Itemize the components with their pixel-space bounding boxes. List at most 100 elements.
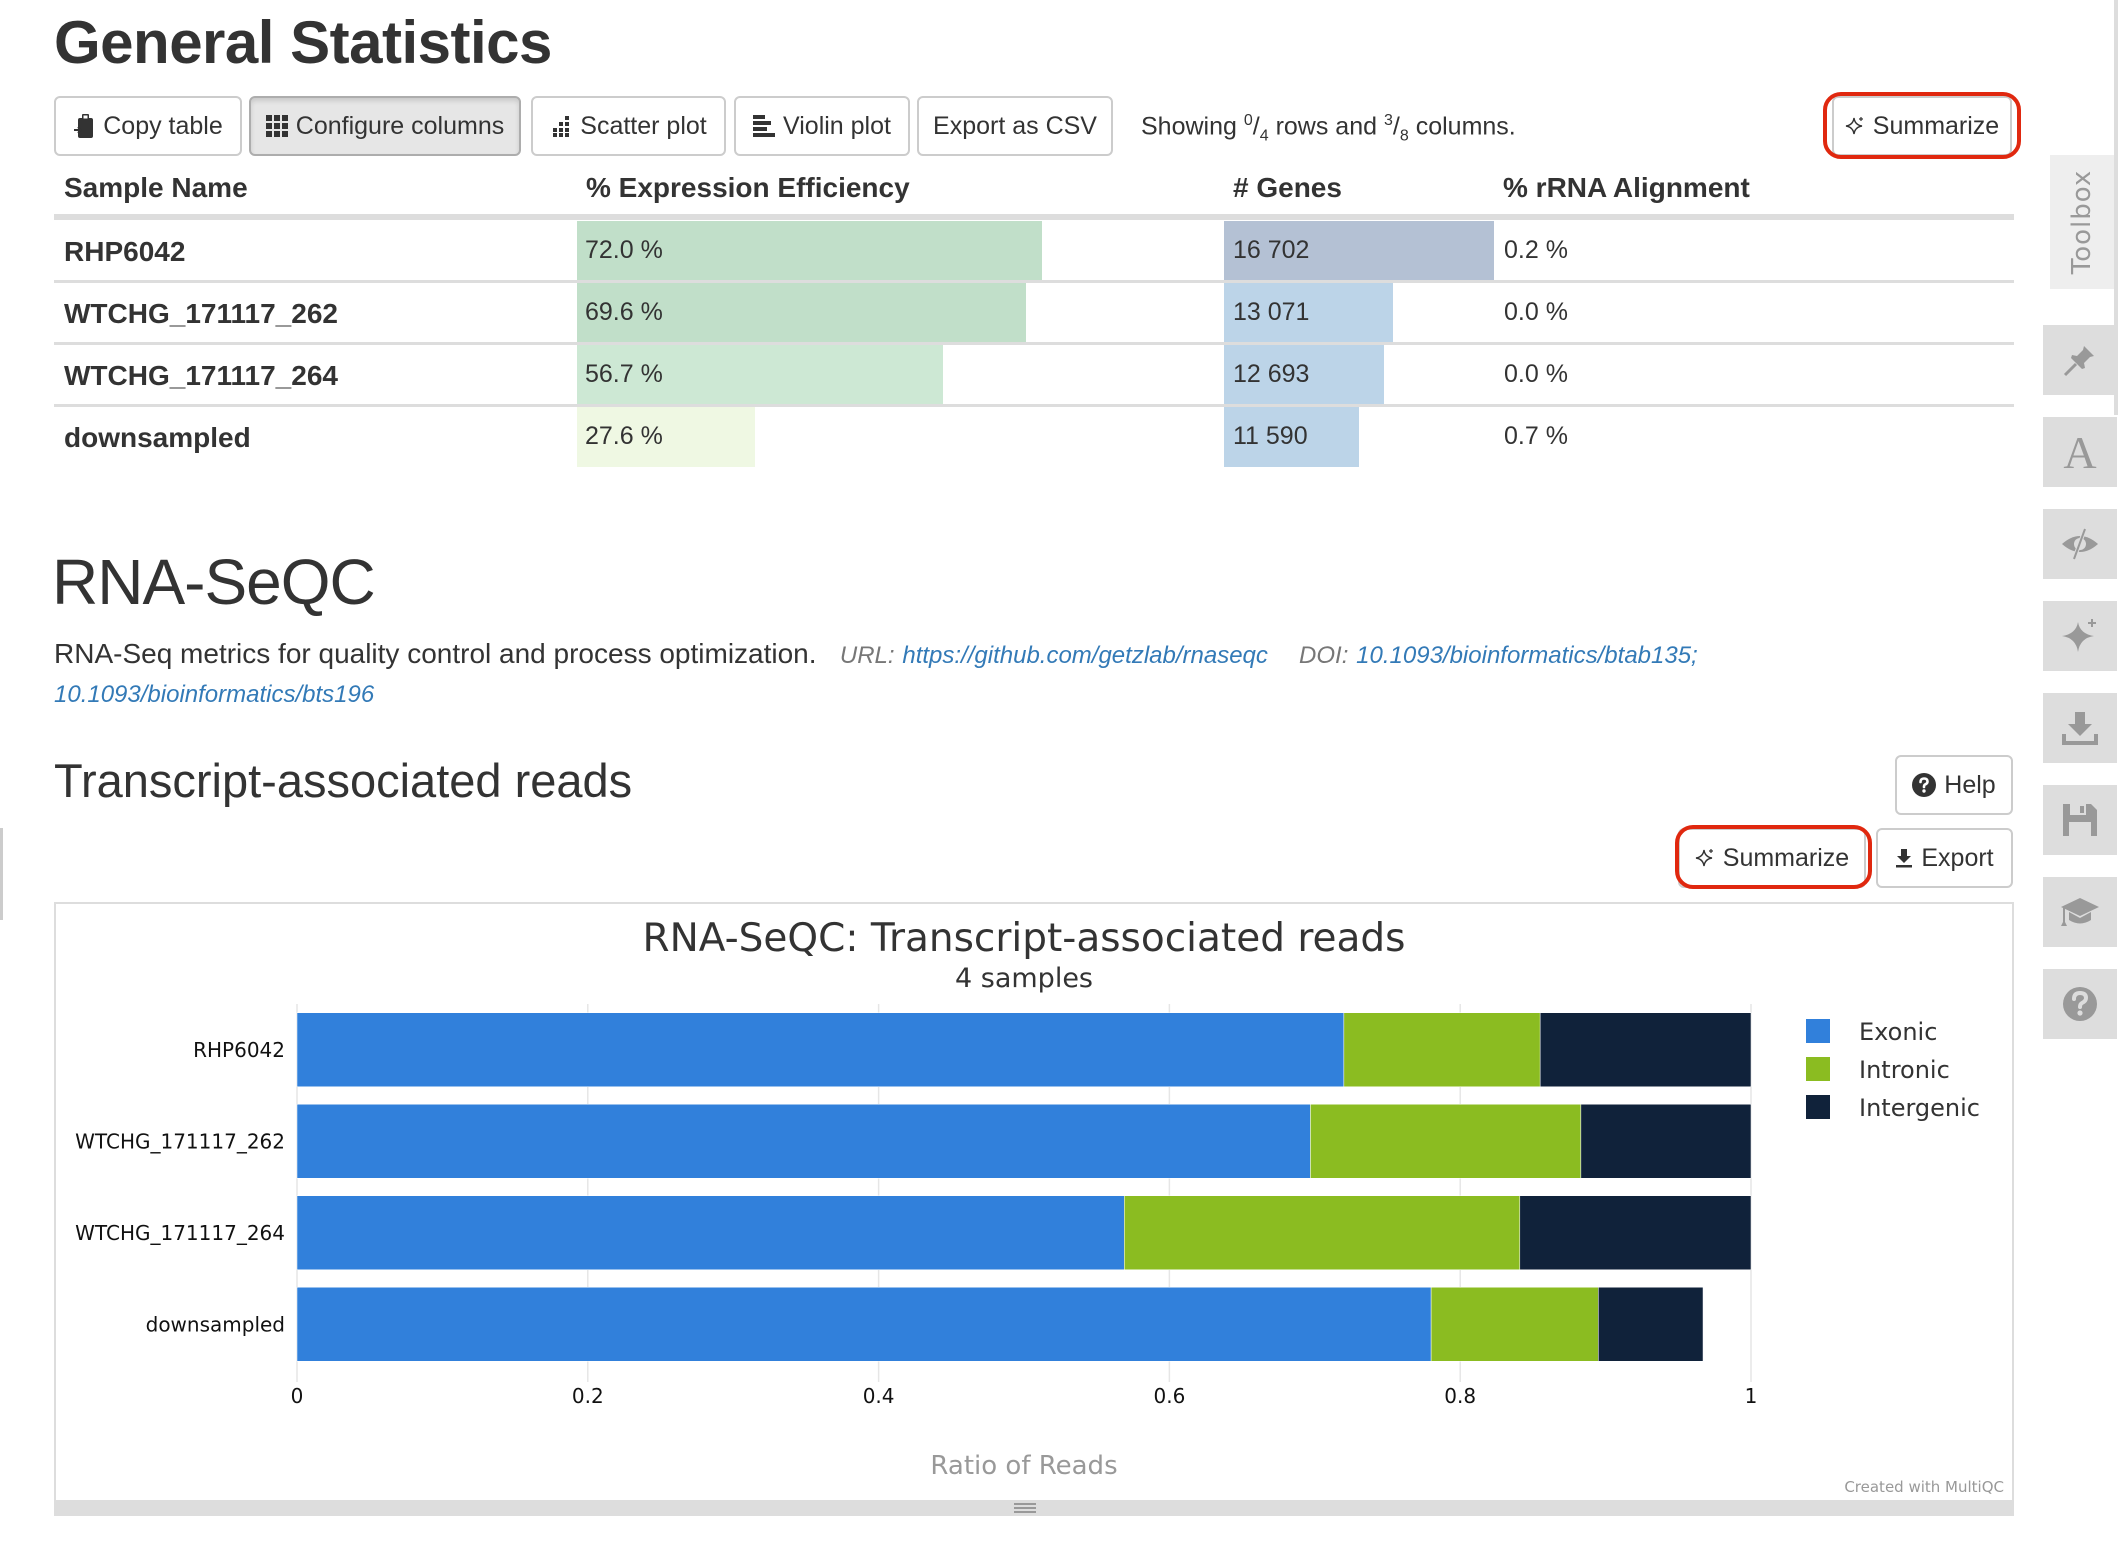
toolbox-hide-button[interactable] bbox=[2043, 509, 2117, 579]
column-header-rrna-alignment[interactable]: % rRNA Alignment bbox=[1503, 172, 1750, 204]
legend-swatch-intronic[interactable] bbox=[1806, 1057, 1830, 1081]
copy-table-button[interactable]: Copy table bbox=[54, 96, 242, 156]
expression-efficiency-value: 72.0 % bbox=[585, 236, 663, 264]
module-url-link[interactable]: https://github.com/getzlab/rnaseqc bbox=[902, 642, 1268, 669]
bar-segment-intronic[interactable] bbox=[1310, 1104, 1582, 1179]
doi-link-1[interactable]: 10.1093/bioinformatics/btab135; bbox=[1356, 642, 1698, 669]
sample-name-cell[interactable]: WTCHG_171117_262 bbox=[64, 298, 338, 330]
y-category-label: RHP6042 bbox=[193, 1038, 285, 1062]
multiqc-credit: Created with MultiQC bbox=[1844, 1478, 2004, 1496]
sample-name-cell[interactable]: WTCHG_171117_264 bbox=[64, 360, 338, 392]
table-header-divider bbox=[54, 214, 2014, 220]
y-category-label: WTCHG_171117_262 bbox=[75, 1129, 285, 1153]
chart-resize-handle[interactable] bbox=[54, 1500, 2014, 1516]
graduation-cap-icon bbox=[2061, 898, 2099, 926]
bar-segment-intergenic[interactable] bbox=[1519, 1195, 1752, 1270]
bar-segment-intronic[interactable] bbox=[1124, 1195, 1521, 1270]
summarize-label: Summarize bbox=[1722, 843, 1850, 872]
expression-efficiency-value: 69.6 % bbox=[585, 298, 663, 326]
bar-segment-intronic[interactable] bbox=[1430, 1287, 1599, 1362]
toolbox-export-button[interactable] bbox=[2043, 693, 2117, 763]
summarize-plot-button[interactable]: Summarize bbox=[1678, 828, 1866, 888]
download-icon bbox=[2062, 712, 2098, 745]
summarize-label: Summarize bbox=[1872, 111, 2000, 140]
rnaseqc-title: RNA-SeQC bbox=[52, 546, 376, 618]
bar-segment-intergenic[interactable] bbox=[1598, 1287, 1704, 1362]
bar-segment-exonic[interactable] bbox=[296, 1104, 1311, 1179]
rows-shown: 0 bbox=[1243, 112, 1253, 129]
pin-icon bbox=[2063, 346, 2094, 377]
transcript-reads-chart: 0 0.2 0.4 0.6 0.8 1 RHP6042 WTCHG_171117_262 WTC… bbox=[54, 902, 2014, 1514]
bar-segment-exonic[interactable] bbox=[296, 1287, 1432, 1362]
clipboard-icon bbox=[73, 113, 95, 139]
rows-total: 4 bbox=[1259, 127, 1269, 145]
left-scroll-edge bbox=[0, 828, 3, 920]
toolbox-save-button[interactable] bbox=[2043, 785, 2117, 855]
bar-segment-intronic[interactable] bbox=[1343, 1012, 1541, 1087]
toolbox-tab[interactable]: Toolbox bbox=[2050, 155, 2114, 289]
x-tick-label: 0.4 bbox=[863, 1384, 895, 1408]
chart-subtitle: 4 samples bbox=[955, 963, 1093, 994]
sample-name-cell[interactable]: RHP6042 bbox=[64, 236, 185, 268]
help-icon bbox=[2063, 987, 2097, 1021]
doi-link-2[interactable]: 10.1093/bioinformatics/bts196 bbox=[54, 681, 374, 709]
question-circle-icon bbox=[1912, 773, 1937, 797]
genes-value: 12 693 bbox=[1233, 360, 1310, 388]
export-csv-button[interactable]: Export as CSV bbox=[917, 96, 1113, 156]
column-header-expression-efficiency[interactable]: % Expression Efficiency bbox=[586, 172, 910, 204]
scatter-plot-button[interactable]: Scatter plot bbox=[531, 96, 726, 156]
url-label: URL: bbox=[839, 642, 895, 669]
legend-label-exonic[interactable]: Exonic bbox=[1859, 1018, 1937, 1046]
genes-value: 11 590 bbox=[1233, 422, 1308, 450]
doi-label: DOI: bbox=[1299, 642, 1349, 669]
configure-columns-button[interactable]: Configure columns bbox=[249, 96, 521, 156]
ai-sparkle-icon bbox=[2062, 619, 2096, 652]
scatter-icon bbox=[550, 115, 572, 137]
y-category-label: downsampled bbox=[146, 1312, 285, 1336]
toolbox-highlight-button[interactable]: A bbox=[2043, 417, 2117, 487]
toolbox-tutorial-button[interactable] bbox=[2043, 877, 2117, 947]
help-button[interactable]: Help bbox=[1895, 755, 2013, 815]
rrna-alignment-value: 0.7 % bbox=[1504, 422, 1568, 450]
configure-columns-label: Configure columns bbox=[295, 111, 505, 140]
toolbox-pin-button[interactable] bbox=[2043, 325, 2117, 395]
toolbox-help-button[interactable] bbox=[2043, 969, 2117, 1039]
grid-icon bbox=[265, 115, 288, 137]
x-tick-label: 0.2 bbox=[572, 1384, 604, 1408]
bar-segment-exonic[interactable] bbox=[296, 1012, 1345, 1087]
column-header-sample-name[interactable]: Sample Name bbox=[64, 172, 248, 204]
download-icon bbox=[1895, 848, 1913, 868]
hide-eye-icon bbox=[2062, 528, 2098, 560]
summarize-table-button[interactable]: Summarize bbox=[1832, 96, 2012, 156]
column-header-genes[interactable]: # Genes bbox=[1233, 172, 1342, 204]
genes-value: 16 702 bbox=[1233, 236, 1310, 264]
sample-name-cell[interactable]: downsampled bbox=[64, 422, 251, 454]
y-category-label: WTCHG_171117_264 bbox=[75, 1221, 285, 1245]
legend-swatch-exonic[interactable] bbox=[1806, 1019, 1830, 1043]
x-tick-label: 0.8 bbox=[1444, 1384, 1476, 1408]
bar-segment-exonic[interactable] bbox=[296, 1195, 1125, 1270]
legend-label-intronic[interactable]: Intronic bbox=[1859, 1056, 1950, 1084]
bar-segment-intergenic[interactable] bbox=[1539, 1012, 1752, 1087]
violin-plot-button[interactable]: Violin plot bbox=[734, 96, 910, 156]
cols-shown: 3 bbox=[1383, 112, 1393, 129]
transcript-reads-title: Transcript-associated reads bbox=[54, 754, 633, 807]
export-plot-button[interactable]: Export bbox=[1876, 828, 2013, 888]
genes-value: 13 071 bbox=[1233, 298, 1310, 326]
bar-segment-intergenic[interactable] bbox=[1580, 1104, 1752, 1179]
module-description: RNA-Seq metrics for quality control and … bbox=[54, 638, 817, 669]
legend-swatch-intergenic[interactable] bbox=[1806, 1095, 1830, 1119]
x-tick-label: 1 bbox=[1745, 1384, 1758, 1408]
toolbox-ai-button[interactable] bbox=[2043, 601, 2117, 671]
resize-grip-icon bbox=[1014, 1503, 1036, 1513]
x-tick-label: 0.6 bbox=[1153, 1384, 1185, 1408]
expression-efficiency-value: 56.7 % bbox=[585, 360, 663, 388]
sparkle-icon bbox=[1845, 116, 1865, 136]
showing-prefix: Showing bbox=[1141, 112, 1237, 141]
showing-middle: rows and bbox=[1275, 112, 1378, 141]
chart-title: RNA-SeQC: Transcript-associated reads bbox=[642, 916, 1405, 961]
legend-label-intergenic[interactable]: Intergenic bbox=[1859, 1094, 1980, 1122]
violin-plot-label: Violin plot bbox=[783, 111, 891, 140]
cols-total: 8 bbox=[1399, 127, 1409, 145]
copy-table-label: Copy table bbox=[103, 111, 223, 140]
